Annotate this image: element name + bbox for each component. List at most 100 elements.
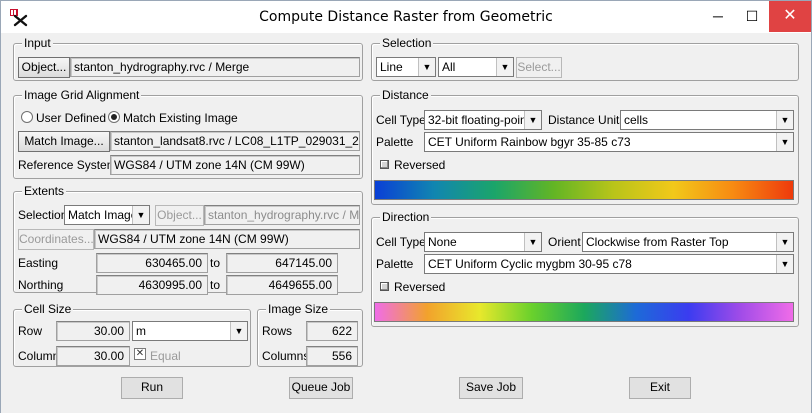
- direction-reversed-toggle[interactable]: [380, 282, 389, 291]
- easting-label: Easting: [18, 256, 59, 270]
- distance-palette-value: CET Uniform Rainbow bgyr 35-85 c73: [428, 135, 631, 149]
- distance-cell-type-value: 32-bit floating-point: [428, 113, 531, 127]
- distance-cell-type-label: Cell Type: [376, 113, 426, 127]
- chevron-down-icon: ▼: [132, 206, 149, 224]
- selection-filter-value: All: [442, 60, 456, 74]
- direction-palette-preview: [374, 302, 794, 322]
- match-image-field: stanton_landsat8.rvc / LC08_L1TP_029031_…: [110, 131, 360, 151]
- title-bar[interactable]: Compute Distance Raster from Geometric ─…: [1, 1, 811, 33]
- direction-group: Direction Cell Type None ▼ Orient Clockw…: [371, 210, 799, 327]
- direction-palette-dropdown[interactable]: CET Uniform Cyclic mygbm 30-95 c78 ▼: [424, 254, 794, 274]
- queue-job-button[interactable]: Queue Job: [289, 377, 353, 399]
- distance-legend: Distance: [380, 88, 431, 102]
- direction-cell-type-value: None: [428, 235, 457, 249]
- window-title: Compute Distance Raster from Geometric: [259, 9, 553, 25]
- image-columns-label: Columns: [262, 349, 310, 363]
- northing-to-field[interactable]: 4649655.00: [226, 275, 338, 295]
- orient-label: Orient: [548, 235, 581, 249]
- distance-cell-type-dropdown[interactable]: 32-bit floating-point ▼: [424, 110, 542, 130]
- selection-filter-dropdown[interactable]: All ▼: [438, 57, 514, 77]
- image-grid-group: Image Grid Alignment User Defined Match …: [13, 88, 363, 179]
- extents-legend: Extents: [22, 184, 67, 198]
- extents-selection-label: Selection: [18, 208, 68, 222]
- dialog-body: Input Object... stanton_hydrography.rvc …: [1, 33, 811, 413]
- northing-label: Northing: [18, 278, 64, 292]
- chevron-down-icon: ▼: [496, 58, 513, 76]
- direction-cell-type-dropdown[interactable]: None ▼: [424, 232, 542, 252]
- direction-palette-value: CET Uniform Cyclic mygbm 30-95 c78: [428, 257, 632, 271]
- selection-type-value: Line: [380, 60, 403, 74]
- image-size-legend: Image Size: [266, 302, 331, 316]
- user-defined-label: User Defined: [36, 111, 107, 125]
- minimize-button[interactable]: ─: [701, 1, 735, 32]
- equal-label: Equal: [150, 349, 181, 363]
- run-button[interactable]: Run: [121, 377, 183, 399]
- dialog-window: Compute Distance Raster from Geometric ─…: [0, 0, 812, 413]
- direction-reversed-label: Reversed: [394, 280, 446, 294]
- chevron-down-icon: ▼: [418, 58, 435, 76]
- distance-palette-preview: [374, 180, 794, 200]
- easting-to-field[interactable]: 647145.00: [226, 253, 338, 273]
- distance-units-label: Distance Units: [548, 113, 626, 127]
- easting-from-field[interactable]: 630465.00: [96, 253, 208, 273]
- image-rows-label: Rows: [262, 324, 293, 338]
- distance-units-dropdown[interactable]: cells ▼: [620, 110, 794, 130]
- input-legend: Input: [22, 36, 53, 50]
- cell-unit-value: m: [136, 324, 146, 338]
- input-object-field: stanton_hydrography.rvc / Merge: [70, 57, 360, 77]
- match-image-button[interactable]: Match Image...: [18, 131, 110, 152]
- save-job-button[interactable]: Save Job: [459, 377, 523, 399]
- maximize-button[interactable]: ☐: [735, 1, 769, 32]
- cell-unit-dropdown[interactable]: m ▼: [132, 321, 248, 341]
- reference-system-field: WGS84 / UTM zone 14N (CM 99W): [110, 155, 360, 175]
- image-grid-legend: Image Grid Alignment: [22, 88, 142, 102]
- exit-button[interactable]: Exit: [629, 377, 691, 399]
- distance-units-value: cells: [624, 113, 649, 127]
- northing-to-label: to: [210, 278, 221, 292]
- chevron-down-icon: ▼: [524, 233, 541, 251]
- distance-reversed-toggle[interactable]: [380, 160, 389, 169]
- chevron-down-icon: ▼: [524, 111, 541, 129]
- cell-row-field[interactable]: 30.00: [56, 321, 130, 341]
- orient-dropdown[interactable]: Clockwise from Raster Top ▼: [582, 232, 794, 252]
- distance-reversed-label: Reversed: [394, 158, 446, 172]
- cell-row-label: Row: [18, 324, 43, 338]
- match-existing-label: Match Existing Image: [123, 111, 238, 125]
- input-object-button[interactable]: Object...: [18, 57, 70, 78]
- close-button[interactable]: ✕: [769, 1, 811, 32]
- extents-object-button[interactable]: Object...: [155, 205, 204, 226]
- image-size-group: Image Size Rows 622 Columns 556: [257, 302, 363, 367]
- match-existing-radio[interactable]: [108, 111, 120, 123]
- chevron-down-icon: ▼: [776, 111, 793, 129]
- distance-group: Distance Cell Type 32-bit floating-point…: [371, 88, 799, 205]
- cell-size-group: Cell Size Row 30.00 m ▼ Column 30.00 ✕ E…: [13, 302, 251, 367]
- extents-object-field: stanton_hydrography.rvc / Mer: [204, 205, 360, 225]
- direction-cell-type-label: Cell Type: [376, 235, 426, 249]
- distance-palette-dropdown[interactable]: CET Uniform Rainbow bgyr 35-85 c73 ▼: [424, 132, 794, 152]
- extents-selection-dropdown[interactable]: Match Image ▼: [64, 205, 150, 225]
- cell-column-field[interactable]: 30.00: [56, 346, 130, 366]
- easting-to-label: to: [210, 256, 221, 270]
- selection-legend: Selection: [380, 36, 434, 50]
- orient-value: Clockwise from Raster Top: [586, 235, 729, 249]
- northing-from-field[interactable]: 4630995.00: [96, 275, 208, 295]
- image-rows-field: 622: [306, 321, 358, 341]
- input-group: Input Object... stanton_hydrography.rvc …: [13, 36, 363, 81]
- chevron-down-icon: ▼: [776, 133, 793, 151]
- chevron-down-icon: ▼: [776, 233, 793, 251]
- chevron-down-icon: ▼: [230, 322, 247, 340]
- reference-system-label: Reference System: [18, 158, 117, 172]
- extents-selection-value: Match Image: [68, 208, 138, 222]
- extents-group: Extents Selection Match Image ▼ Object..…: [13, 184, 363, 295]
- user-defined-radio[interactable]: [21, 111, 33, 123]
- select-button[interactable]: Select...: [516, 57, 562, 78]
- image-columns-field: 556: [306, 346, 358, 366]
- selection-group: Selection Line ▼ All ▼ Select...: [371, 36, 799, 81]
- cell-size-legend: Cell Size: [22, 302, 74, 316]
- coordinates-field: WGS84 / UTM zone 14N (CM 99W): [94, 229, 360, 249]
- direction-palette-label: Palette: [376, 257, 414, 271]
- coordinates-button[interactable]: Coordinates...: [18, 229, 94, 250]
- equal-checkbox[interactable]: ✕: [134, 348, 146, 360]
- selection-type-dropdown[interactable]: Line ▼: [376, 57, 436, 77]
- distance-palette-label: Palette: [376, 135, 414, 149]
